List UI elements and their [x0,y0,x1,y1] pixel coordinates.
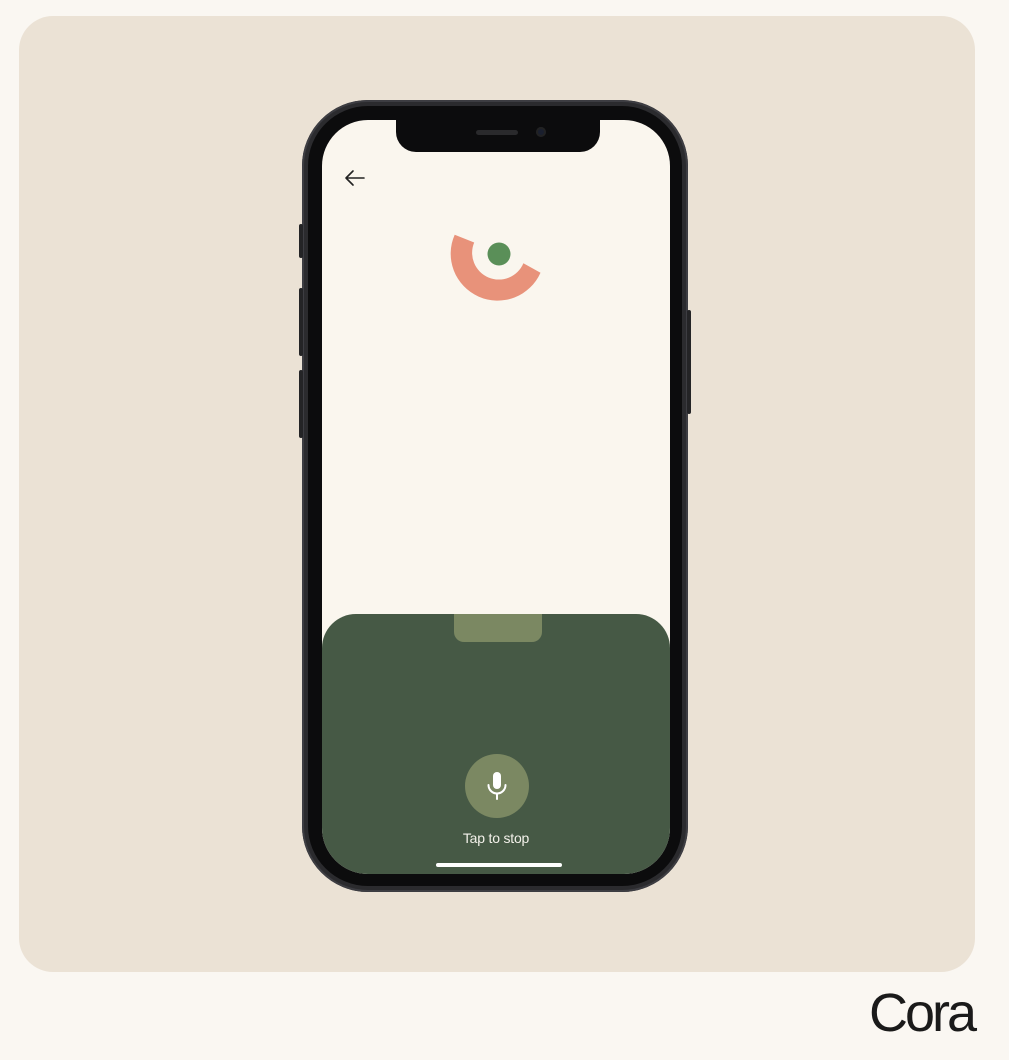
microphone-icon [487,772,507,800]
cora-logo-mark [450,234,541,301]
speaker-grille [476,130,518,135]
back-button[interactable] [340,166,370,190]
front-camera [536,127,546,137]
phone-volume-up [299,288,303,356]
arrow-left-icon [345,170,365,186]
microphone-button[interactable] [465,754,529,818]
phone-mute-switch [299,224,303,258]
home-indicator[interactable] [436,863,562,867]
recording-panel: Tap to stop [322,614,670,874]
app-screen: Tap to stop [322,120,670,874]
brand-wordmark: Cora [868,983,977,1043]
panel-handle[interactable] [454,614,542,642]
phone-power-button [687,310,691,414]
phone-notch [396,120,600,152]
mic-status-label: Tap to stop [462,830,530,846]
phone-volume-down [299,370,303,438]
phone-frame: Tap to stop [299,100,691,892]
